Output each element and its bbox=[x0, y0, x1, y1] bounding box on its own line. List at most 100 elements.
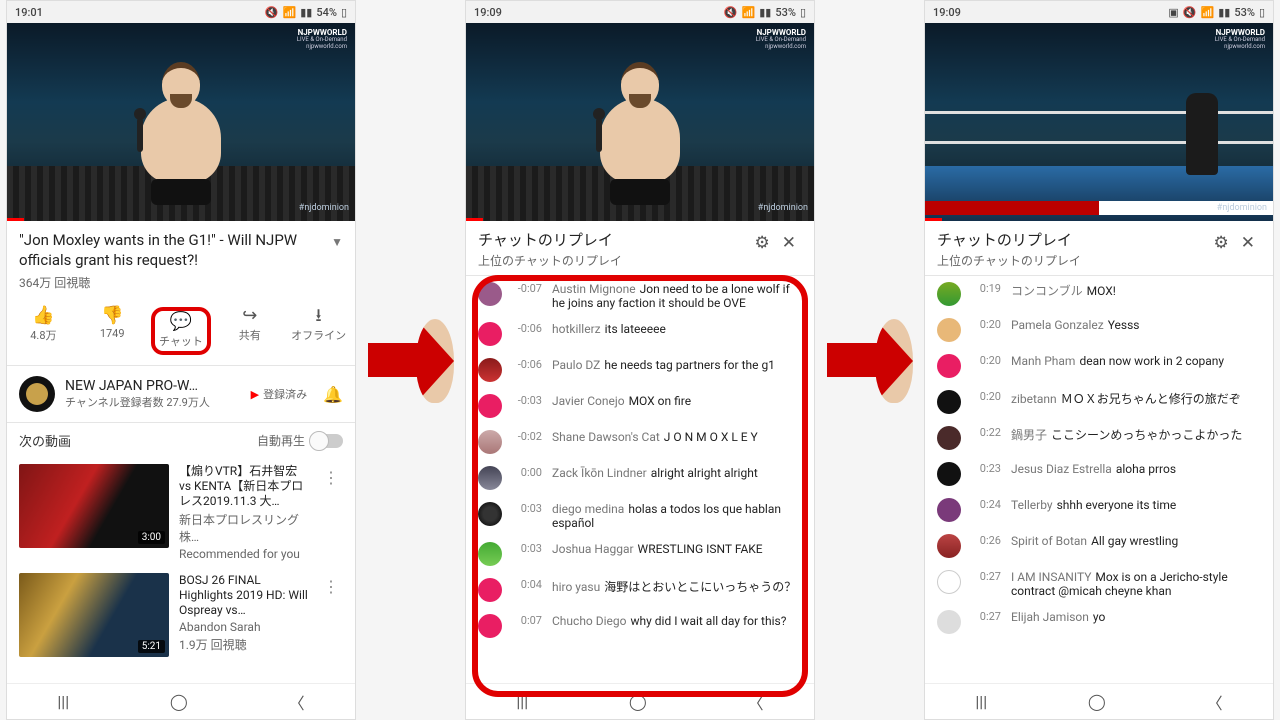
chat-username[interactable]: Jesus Diaz Estrella bbox=[1011, 462, 1112, 476]
chat-username[interactable]: 鍋男子 bbox=[1011, 428, 1047, 442]
avatar[interactable] bbox=[478, 430, 502, 454]
home-button[interactable]: ◯ bbox=[629, 692, 647, 711]
avatar[interactable] bbox=[478, 502, 502, 526]
chat-text: ＭＯＸお兄ちゃんと修行の旅だぞ bbox=[1061, 392, 1241, 406]
chat-message: -0:03Javier ConejoMOX on fire bbox=[466, 388, 814, 424]
more-icon[interactable]: ⋮ bbox=[319, 464, 343, 561]
offline-button[interactable]: ⭳オフライン bbox=[289, 307, 349, 355]
chat-username[interactable]: hotkillerz bbox=[552, 322, 601, 336]
chat-text: why did I wait all day for this? bbox=[630, 614, 786, 628]
chat-username[interactable]: Manh Pham bbox=[1011, 354, 1075, 368]
avatar[interactable] bbox=[478, 358, 502, 382]
avatar[interactable] bbox=[937, 462, 961, 486]
avatar[interactable] bbox=[937, 318, 961, 342]
chat-username[interactable]: Spirit of Botan bbox=[1011, 534, 1087, 548]
bell-icon[interactable]: 🔔 bbox=[323, 385, 343, 404]
dislike-button[interactable]: 👎1749 bbox=[82, 307, 142, 355]
chat-text: yo bbox=[1093, 610, 1105, 624]
avatar[interactable] bbox=[937, 390, 961, 414]
settings-icon[interactable]: ⚙ bbox=[1208, 229, 1235, 257]
suggested-video-2[interactable]: 5:21 BOSJ 26 FINAL Highlights 2019 HD: W… bbox=[7, 567, 355, 663]
chat-username[interactable]: Tellerby bbox=[1011, 498, 1053, 512]
chat-list[interactable]: -0:07Austin MignoneJon need to be a lone… bbox=[466, 276, 814, 683]
chat-username[interactable]: コンコンブル bbox=[1011, 284, 1083, 298]
chat-username[interactable]: I AM INSANITY bbox=[1011, 570, 1091, 584]
avatar[interactable] bbox=[937, 570, 961, 594]
progress-bar[interactable] bbox=[7, 218, 24, 221]
chat-text: MOX! bbox=[1087, 284, 1116, 298]
avatar[interactable] bbox=[937, 354, 961, 378]
avatar[interactable] bbox=[478, 578, 502, 602]
chat-list[interactable]: 0:19コンコンブルMOX!0:20Pamela GonzalezYesss0:… bbox=[925, 276, 1273, 683]
chat-username[interactable]: hiro yasu bbox=[552, 580, 600, 594]
back-button[interactable]: 〈 bbox=[748, 690, 764, 714]
status-icons: 🔇 📶 ▮▮ 54% ▯ bbox=[265, 6, 347, 19]
chat-username[interactable]: Pamela Gonzalez bbox=[1011, 318, 1104, 332]
video-player[interactable]: NJPWWORLDLIVE & On-Demandnjpwworld.com #… bbox=[925, 23, 1273, 221]
chat-text: its lateeeee bbox=[605, 322, 666, 336]
chat-title: チャットのリプレイ bbox=[937, 229, 1081, 250]
chat-icon: 💬 bbox=[170, 313, 192, 331]
back-button[interactable]: 〈 bbox=[289, 690, 305, 714]
settings-icon[interactable]: ⚙ bbox=[749, 229, 776, 257]
channel-row[interactable]: NEW JAPAN PRO-W… チャンネル登録者数 27.9万人 ▶登録済み … bbox=[7, 366, 355, 423]
chat-username[interactable]: Paulo DZ bbox=[552, 358, 600, 372]
avatar[interactable] bbox=[478, 614, 502, 638]
system-nav: ||| ◯ 〈 bbox=[925, 683, 1273, 719]
home-button[interactable]: ◯ bbox=[170, 692, 188, 711]
chevron-down-icon[interactable]: ▼ bbox=[331, 235, 343, 249]
chat-username[interactable]: Austin Mignone bbox=[552, 282, 636, 296]
progress-bar[interactable] bbox=[925, 218, 942, 221]
avatar[interactable] bbox=[478, 322, 502, 346]
home-button[interactable]: ◯ bbox=[1088, 692, 1106, 711]
video-title: "Jon Moxley wants in the G1!" - Will NJP… bbox=[19, 231, 325, 270]
avatar[interactable] bbox=[478, 394, 502, 418]
chat-button[interactable]: 💬チャット bbox=[151, 307, 211, 355]
thumbnail: 3:00 bbox=[19, 464, 169, 548]
chat-username[interactable]: Chucho Diego bbox=[552, 614, 626, 628]
chat-username[interactable]: Elijah Jamison bbox=[1011, 610, 1089, 624]
chat-username[interactable]: Joshua Haggar bbox=[552, 542, 634, 556]
like-button[interactable]: 👍4.8万 bbox=[13, 307, 73, 355]
share-button[interactable]: ↪共有 bbox=[220, 307, 280, 355]
avatar[interactable] bbox=[937, 426, 961, 450]
suggested-video-1[interactable]: 3:00 【煽りVTR】石井智宏 vs KENTA【新日本プロレス2019.11… bbox=[7, 458, 355, 567]
avatar[interactable] bbox=[937, 282, 961, 306]
mute-icon: 🔇 bbox=[265, 6, 279, 19]
progress-bar[interactable] bbox=[466, 218, 483, 221]
close-icon[interactable]: ✕ bbox=[1235, 229, 1261, 257]
chat-timestamp: 0:07 bbox=[512, 614, 542, 627]
chat-username[interactable]: diego medina bbox=[552, 502, 624, 516]
recents-button[interactable]: ||| bbox=[516, 692, 528, 711]
chat-text: Yesss bbox=[1108, 318, 1140, 332]
chat-username[interactable]: zibetann bbox=[1011, 392, 1057, 406]
recents-button[interactable]: ||| bbox=[57, 692, 69, 711]
avatar[interactable] bbox=[937, 534, 961, 558]
more-icon[interactable]: ⋮ bbox=[319, 573, 343, 657]
back-button[interactable]: 〈 bbox=[1207, 690, 1223, 714]
video-player[interactable]: NJPWWORLD LIVE & On-Demand njpwworld.com… bbox=[7, 23, 355, 221]
battery-icon: ▯ bbox=[1259, 6, 1265, 19]
channel-avatar[interactable] bbox=[19, 376, 55, 412]
chat-header: チャットのリプレイ 上位のチャットのリプレイ ⚙ ✕ bbox=[925, 221, 1273, 276]
avatar[interactable] bbox=[478, 542, 502, 566]
screenshot-2: 19:09 🔇 📶 ▮▮ 53% ▯ NJPWWORLDLIVE & On-De… bbox=[465, 0, 815, 720]
chat-username[interactable]: Javier Conejo bbox=[552, 394, 625, 408]
video-player[interactable]: NJPWWORLDLIVE & On-Demandnjpwworld.com #… bbox=[466, 23, 814, 221]
avatar[interactable] bbox=[478, 466, 502, 490]
chat-username[interactable]: Shane Dawson's Cat bbox=[552, 430, 660, 444]
chat-username[interactable]: Zack Īkōn Lindner bbox=[552, 466, 647, 480]
chat-timestamp: 0:24 bbox=[971, 498, 1001, 511]
chat-message: 0:27Elijah Jamisonyo bbox=[925, 604, 1273, 640]
autoplay-toggle[interactable] bbox=[311, 434, 343, 448]
chat-message: 0:03Joshua HaggarWRESTLING ISNT FAKE bbox=[466, 536, 814, 572]
avatar[interactable] bbox=[937, 498, 961, 522]
avatar[interactable] bbox=[478, 282, 502, 306]
recents-button[interactable]: ||| bbox=[975, 692, 987, 711]
video-description[interactable]: "Jon Moxley wants in the G1!" - Will NJP… bbox=[7, 221, 355, 299]
chat-message: 0:26Spirit of BotanAll gay wrestling bbox=[925, 528, 1273, 564]
subscribe-button[interactable]: ▶登録済み bbox=[251, 386, 307, 402]
suggested-title: 【煽りVTR】石井智宏 vs KENTA【新日本プロレス2019.11.3 大… bbox=[179, 464, 309, 509]
close-icon[interactable]: ✕ bbox=[776, 229, 802, 257]
avatar[interactable] bbox=[937, 610, 961, 634]
